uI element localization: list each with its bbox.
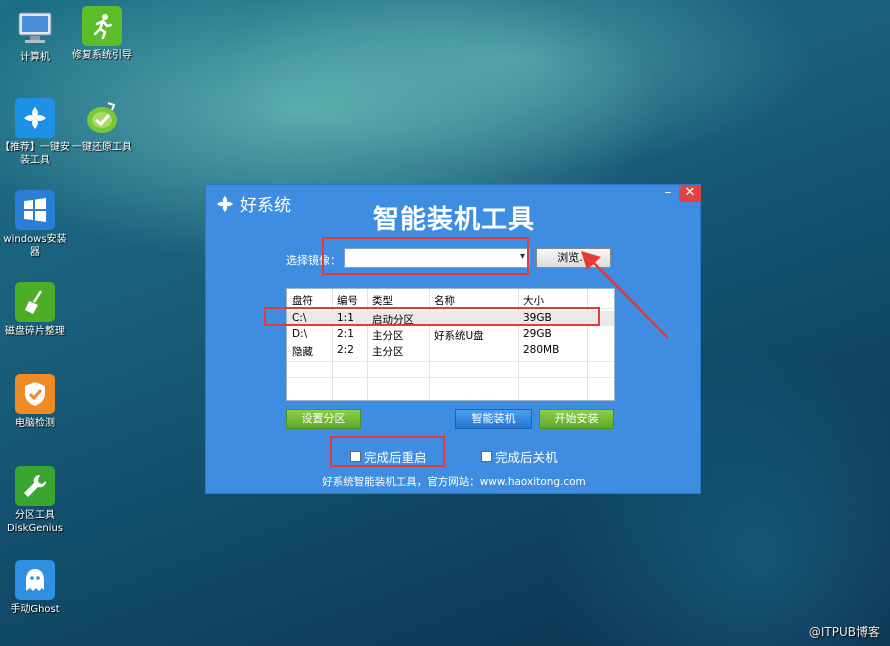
- start-install-button[interactable]: 开始安装: [539, 409, 614, 429]
- desktop-icon-computer[interactable]: 计算机: [0, 8, 70, 64]
- checkbox-label: 完成后关机: [495, 450, 558, 465]
- row-divider: [287, 361, 614, 362]
- running-man-icon: [82, 6, 122, 46]
- restore-disc-icon: [82, 98, 122, 138]
- column-header: 盘符: [292, 295, 313, 307]
- desktop-icon-label: 磁盘碎片整理: [5, 326, 65, 337]
- shield-check-icon: [15, 374, 55, 414]
- desktop-icon-one-click-install[interactable]: 【推荐】一键安装工具: [0, 98, 70, 167]
- wrench-icon: [15, 466, 55, 506]
- desktop-icon-windows-installer[interactable]: windows安装器: [0, 190, 70, 259]
- table-row[interactable]: 隐藏 2:2 主分区 280MB: [287, 343, 614, 358]
- ghost-icon: [15, 560, 55, 600]
- annotation-box-restart: [330, 436, 445, 467]
- shutdown-after-checkbox[interactable]: 完成后关机: [481, 447, 558, 466]
- desktop-icon-label: 电脑检测: [15, 418, 55, 429]
- minimize-button[interactable]: –: [657, 185, 679, 202]
- annotation-box-image: [322, 237, 529, 275]
- desktop-icon-one-click-restore[interactable]: 一键还原工具: [67, 98, 137, 154]
- smart-install-button[interactable]: 智能装机: [455, 409, 532, 429]
- table-cell: 主分区: [372, 346, 404, 358]
- table-cell: 2:1: [337, 328, 354, 340]
- table-cell: 2:2: [337, 344, 354, 356]
- desktop-icon-pc-check[interactable]: 电脑检测: [0, 374, 70, 430]
- desktop-icon-diskgenius[interactable]: 分区工具DiskGenius: [0, 466, 70, 535]
- table-cell: 隐藏: [292, 346, 313, 358]
- column-header: 类型: [372, 295, 393, 307]
- column-header: 名称: [434, 295, 455, 307]
- app-logo-icon: [15, 98, 55, 138]
- desktop-icon-label: windows安装器: [3, 234, 67, 258]
- column-header: 编号: [337, 295, 358, 307]
- set-partition-button[interactable]: 设置分区: [286, 409, 361, 429]
- table-cell: 主分区: [372, 330, 404, 342]
- desktop-icon-label: 分区工具DiskGenius: [6, 510, 64, 534]
- annotation-arrow-icon: [581, 251, 669, 339]
- footer-text: 好系统智能装机工具，官方网站：www.haoxitong.com: [322, 476, 586, 488]
- table-row[interactable]: D:\ 2:1 主分区 好系统U盘 29GB: [287, 327, 614, 342]
- table-cell: 好系统U盘: [434, 330, 484, 342]
- broom-icon: [15, 282, 55, 322]
- desktop-icon-ghost[interactable]: 手动Ghost: [0, 560, 70, 616]
- annotation-box-partition: [264, 307, 600, 326]
- partition-table: 盘符 编号 类型 名称 大小 C:\ 1:1 启动分区 39GB D:\ 2:1…: [286, 288, 615, 401]
- row-divider: [287, 377, 614, 378]
- window-title: 智能装机工具: [372, 205, 535, 235]
- table-cell: 280MB: [523, 344, 560, 356]
- computer-icon: [15, 8, 55, 48]
- table-cell: D:\: [292, 328, 308, 340]
- checkbox-box: [481, 451, 492, 462]
- desktop-icon-repair-boot[interactable]: 修复系统引导: [67, 6, 137, 62]
- desktop-icon-label: 一键还原工具: [72, 142, 132, 153]
- desktop-icon-label: 手动Ghost: [10, 604, 60, 615]
- desktop-icon-defrag[interactable]: 磁盘碎片整理: [0, 282, 70, 338]
- windows-logo-icon: [15, 190, 55, 230]
- watermark: @ITPUB博客: [808, 625, 880, 639]
- table-header-row: 盘符 编号 类型 名称 大小: [287, 292, 614, 307]
- desktop-icon-label: 【推荐】一键安装工具: [0, 142, 70, 166]
- desktop-icon-label: 计算机: [20, 52, 50, 63]
- column-header: 大小: [523, 295, 544, 307]
- close-button[interactable]: ✕: [679, 185, 701, 202]
- table-cell: 29GB: [523, 328, 552, 340]
- desktop-icon-label: 修复系统引导: [72, 50, 132, 61]
